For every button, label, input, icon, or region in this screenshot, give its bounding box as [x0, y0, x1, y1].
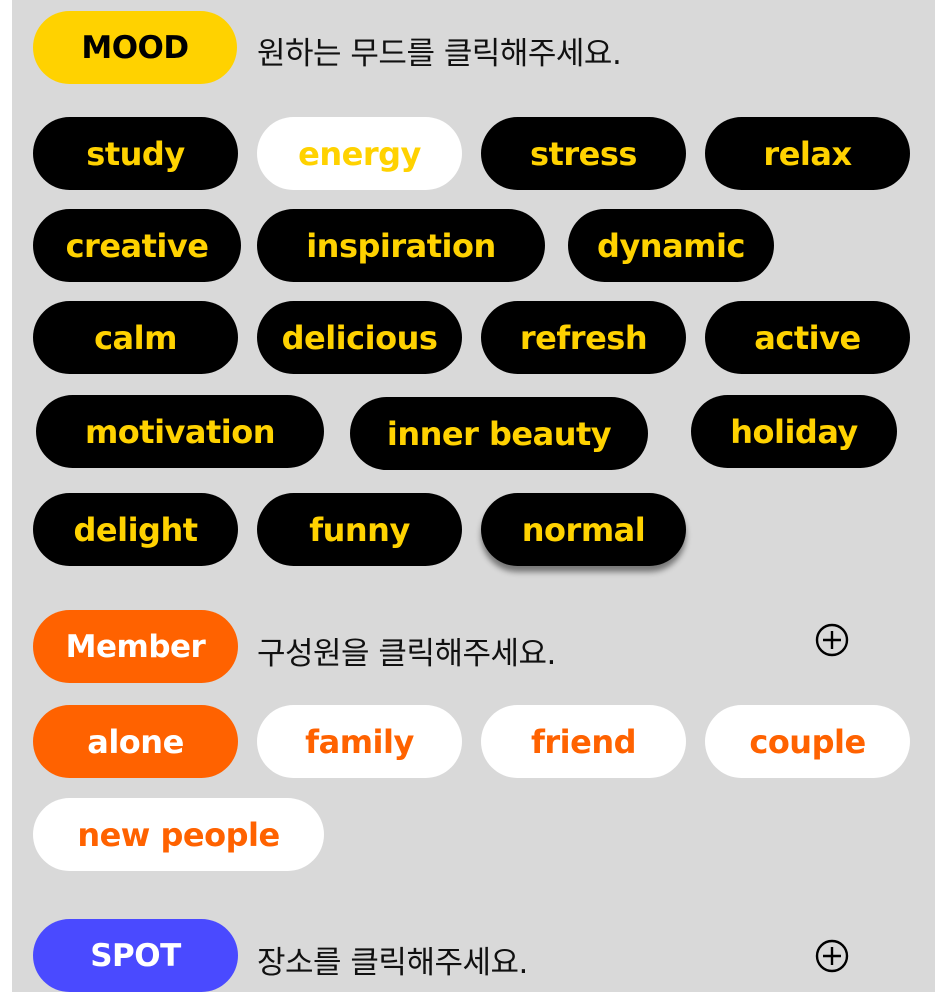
spot-add-icon[interactable] [815, 939, 849, 973]
member-label: Member [33, 610, 238, 683]
mood-chip-study[interactable]: study [33, 117, 238, 190]
member-instruction: 구성원을 클릭해주세요. [257, 636, 556, 672]
member-chip-couple[interactable]: couple [705, 705, 910, 778]
mood-instruction: 원하는 무드를 클릭해주세요. [257, 36, 622, 72]
mood-chip-inner-beauty[interactable]: inner beauty [350, 397, 648, 470]
spot-instruction: 장소를 클릭해주세요. [257, 945, 528, 981]
mood-chip-stress[interactable]: stress [481, 117, 686, 190]
mood-chip-calm[interactable]: calm [33, 301, 238, 374]
mood-label: MOOD [33, 11, 237, 84]
member-chip-new-people[interactable]: new people [33, 798, 324, 871]
page: MOOD 원하는 무드를 클릭해주세요. study energy stress… [0, 0, 935, 992]
mood-chip-delicious[interactable]: delicious [257, 301, 462, 374]
member-chip-alone[interactable]: alone [33, 705, 238, 778]
mood-chip-relax[interactable]: relax [705, 117, 910, 190]
spot-label: SPOT [33, 919, 238, 992]
mood-chip-normal[interactable]: normal [481, 493, 686, 566]
mood-chip-funny[interactable]: funny [257, 493, 462, 566]
mood-chip-refresh[interactable]: refresh [481, 301, 686, 374]
mood-chip-energy[interactable]: energy [257, 117, 462, 190]
mood-chip-motivation[interactable]: motivation [36, 395, 324, 468]
mood-chip-active[interactable]: active [705, 301, 910, 374]
mood-chip-delight[interactable]: delight [33, 493, 238, 566]
mood-chip-holiday[interactable]: holiday [691, 395, 897, 468]
member-chip-family[interactable]: family [257, 705, 462, 778]
mood-chip-creative[interactable]: creative [33, 209, 241, 282]
mood-chip-dynamic[interactable]: dynamic [568, 209, 774, 282]
mood-chip-inspiration[interactable]: inspiration [257, 209, 545, 282]
member-add-icon[interactable] [815, 623, 849, 657]
member-chip-friend[interactable]: friend [481, 705, 686, 778]
